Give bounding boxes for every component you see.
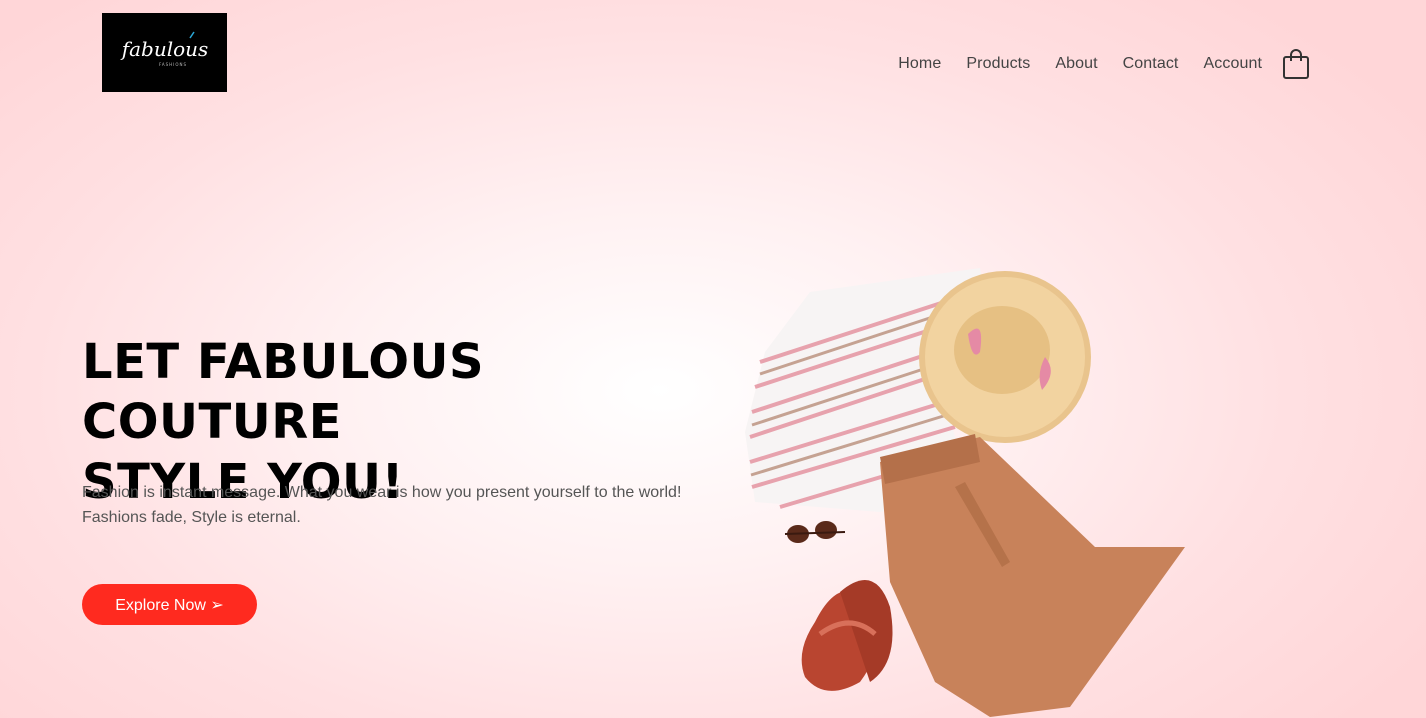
sunglasses-illustration (784, 521, 846, 543)
nav-item-home[interactable]: Home (898, 55, 941, 73)
logo-subtext: FASHIONS (158, 62, 186, 67)
hero-title-line1: LET FABULOUS COUTURE (82, 334, 485, 450)
shopping-bag-icon[interactable] (1282, 48, 1310, 80)
sandals-illustration (801, 580, 893, 691)
hero-text-line1: Fashion is instant message. What you wea… (82, 484, 682, 501)
logo-mark: fabulous FASHIONS (120, 31, 208, 67)
hero-text-line2: Fashions fade, Style is eternal. (82, 509, 301, 526)
brand-logo[interactable]: fabulous FASHIONS (102, 13, 227, 92)
explore-now-button[interactable]: Explore Now ➢ (82, 584, 257, 625)
nav-item-account[interactable]: Account (1203, 55, 1262, 73)
nav-item-about[interactable]: About (1055, 55, 1097, 73)
nav-item-products[interactable]: Products (966, 55, 1030, 73)
logo-text: fabulous (120, 37, 208, 61)
hero-outfit-image (745, 268, 1185, 717)
skirt-illustration (880, 434, 1185, 717)
hero-description: Fashion is instant message. What you wea… (82, 480, 722, 530)
hat-illustration (919, 271, 1091, 443)
nav-item-contact[interactable]: Contact (1123, 55, 1179, 73)
main-nav: Home Products About Contact Account (873, 44, 1310, 84)
